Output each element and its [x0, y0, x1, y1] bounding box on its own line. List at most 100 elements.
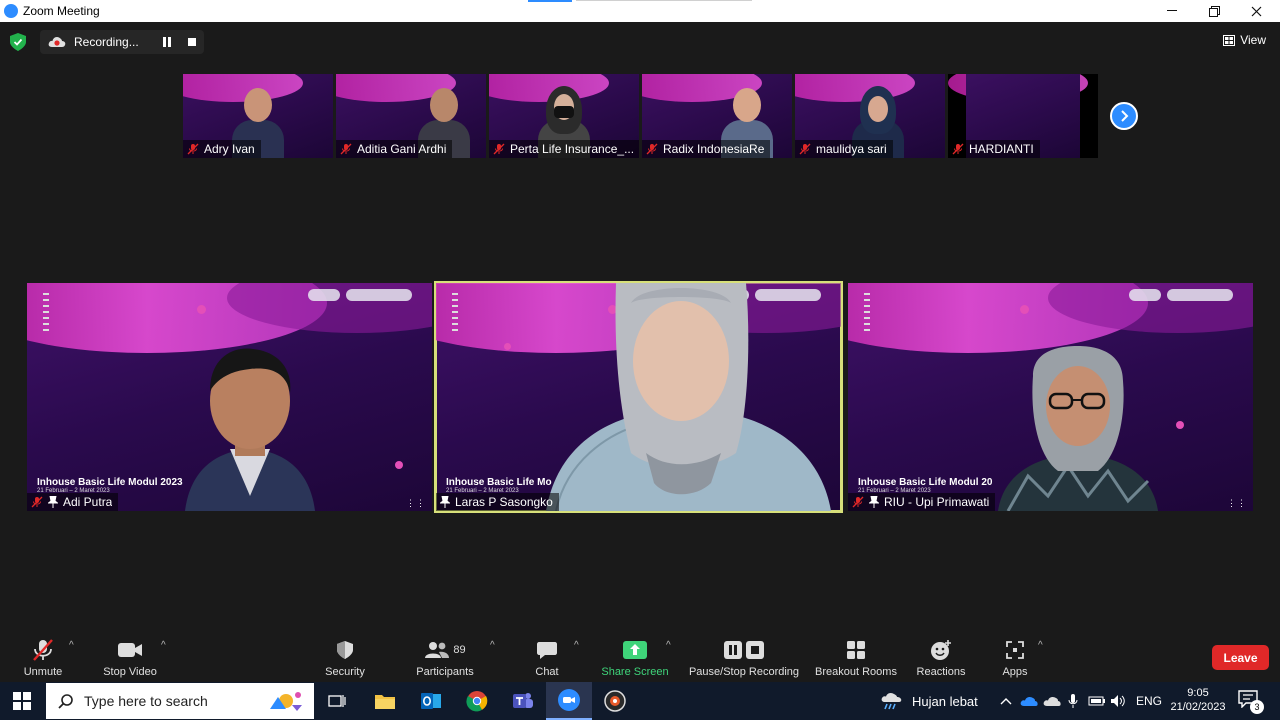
- participant-video: [998, 346, 1158, 511]
- stop-video-button[interactable]: Stop Video: [100, 634, 160, 682]
- search-icon: [58, 694, 73, 709]
- show-hidden-icons-button[interactable]: [1000, 682, 1012, 720]
- participants-button[interactable]: 89 Participants: [414, 634, 476, 682]
- chevron-right-icon: [1121, 110, 1129, 122]
- video-tile-0[interactable]: Inhouse Basic Life Modul 2023 21 Februar…: [27, 283, 432, 511]
- participants-options-caret-icon[interactable]: ^: [490, 640, 495, 651]
- file-explorer-taskbar-app[interactable]: [362, 682, 408, 720]
- title-bar: Zoom Meeting: [0, 0, 1280, 22]
- video-tile-2[interactable]: Inhouse Basic Life Modul 20 21 Februari …: [848, 283, 1253, 511]
- thumbnail-4[interactable]: maulidya sari: [795, 74, 945, 158]
- taskbar-clock[interactable]: 9:05 21/02/2023: [1166, 686, 1230, 714]
- thumbnail-0[interactable]: Adry Ivan: [183, 74, 333, 158]
- stop-recording-icon[interactable]: [188, 38, 196, 46]
- battery-tray-icon[interactable]: [1088, 682, 1106, 720]
- apps-label: Apps: [1002, 666, 1028, 678]
- participants-icon: [425, 642, 450, 658]
- weather-widget[interactable]: Hujan lebat: [880, 682, 978, 720]
- task-view-button[interactable]: [314, 682, 360, 720]
- start-button[interactable]: [0, 682, 44, 720]
- event-caption: Inhouse Basic Life Mo: [446, 477, 552, 488]
- teams-taskbar-app[interactable]: [500, 682, 546, 720]
- thumbnail-5[interactable]: HARDIANTI: [948, 74, 1098, 158]
- language-indicator[interactable]: ENG: [1136, 682, 1162, 720]
- video-tile-1-active-speaker[interactable]: Inhouse Basic Life Mo 21 Februari – 2 Ma…: [434, 281, 843, 513]
- minimize-icon: [1167, 10, 1177, 11]
- chat-button[interactable]: Chat: [528, 634, 566, 682]
- apps-button[interactable]: Apps: [996, 634, 1034, 682]
- thumbnail-3[interactable]: Radix IndonesiaRe: [642, 74, 792, 158]
- video-options-caret-icon[interactable]: ^: [161, 640, 166, 651]
- background-dots: [452, 293, 458, 333]
- chrome-taskbar-app[interactable]: [454, 682, 500, 720]
- thumbnail-2[interactable]: Perta Life Insurance_...: [489, 74, 639, 158]
- participant-name: Perta Life Insurance_...: [510, 142, 633, 156]
- thumbnail-1[interactable]: Aditia Gani Ardhi: [336, 74, 486, 158]
- muted-mic-icon: [646, 143, 658, 155]
- close-button[interactable]: [1238, 0, 1274, 22]
- participant-name: RIU - Upi Primawati: [884, 495, 990, 509]
- security-button[interactable]: Security: [322, 634, 368, 682]
- search-highlight-illustration-icon: [270, 692, 302, 711]
- cloud-icon: [1043, 696, 1061, 706]
- participant-name: Adi Putra: [63, 495, 113, 509]
- microphone-icon: [1068, 694, 1078, 708]
- clock-date: 21/02/2023: [1170, 701, 1226, 713]
- background-dots: [864, 293, 870, 333]
- pin-icon: [440, 496, 450, 508]
- video-camera-icon: [118, 643, 142, 657]
- apps-options-caret-icon[interactable]: ^: [1038, 640, 1043, 651]
- breakout-rooms-label: Breakout Rooms: [815, 666, 897, 678]
- pause-stop-recording-icon: [724, 641, 764, 659]
- restore-button[interactable]: [1196, 0, 1232, 22]
- pause-stop-recording-button[interactable]: Pause/Stop Recording: [688, 634, 800, 682]
- next-page-button[interactable]: [1110, 102, 1138, 130]
- language-label: ENG: [1136, 694, 1163, 708]
- more-options-icon[interactable]: ⋮⋮: [406, 498, 426, 509]
- zoom-taskbar-app[interactable]: [546, 682, 592, 720]
- volume-tray-icon[interactable]: [1110, 682, 1126, 720]
- participant-name-tag: Adi Putra: [27, 493, 119, 511]
- teams-icon: [513, 693, 533, 708]
- chat-options-caret-icon[interactable]: ^: [574, 640, 579, 651]
- taskbar-search-box[interactable]: Type here to search: [46, 683, 314, 719]
- weather-label: Hujan lebat: [912, 693, 978, 709]
- task-view-icon: [328, 695, 346, 707]
- media-player-taskbar-app[interactable]: [592, 682, 638, 720]
- reactions-button[interactable]: Reactions: [914, 634, 968, 682]
- participant-video: [185, 348, 315, 511]
- unmute-button[interactable]: Unmute: [20, 634, 66, 682]
- muted-mic-icon: [799, 143, 811, 155]
- view-label: View: [1240, 33, 1266, 47]
- title-bar-accent: [528, 0, 572, 2]
- audio-options-caret-icon[interactable]: ^: [69, 640, 74, 651]
- share-screen-button[interactable]: Share Screen: [600, 634, 670, 682]
- participant-thumbnail-strip: Adry Ivan Aditia Gani Ardhi Perta Life I…: [183, 74, 1101, 158]
- onedrive-tray-icon[interactable]: [1020, 682, 1038, 720]
- participant-name-tag: Radix IndonesiaRe: [642, 140, 771, 158]
- pause-recording-icon[interactable]: [162, 37, 172, 47]
- action-center-button[interactable]: 3: [1238, 690, 1264, 714]
- encryption-shield-icon[interactable]: [10, 33, 26, 51]
- leave-meeting-button[interactable]: Leave: [1212, 645, 1269, 670]
- breakout-rooms-button[interactable]: Breakout Rooms: [812, 634, 900, 682]
- share-options-caret-icon[interactable]: ^: [666, 640, 671, 651]
- view-button[interactable]: View: [1223, 33, 1266, 47]
- pin-icon: [869, 496, 879, 508]
- participant-name: HARDIANTI: [969, 142, 1034, 156]
- reactions-label: Reactions: [916, 666, 966, 678]
- event-logo: [1129, 289, 1239, 303]
- muted-mic-icon: [493, 143, 505, 155]
- participant-name: maulidya sari: [816, 142, 887, 156]
- more-options-icon[interactable]: ⋮⋮: [1227, 498, 1247, 509]
- microphone-tray-icon[interactable]: [1068, 682, 1078, 720]
- participant-name-tag: Aditia Gani Ardhi: [336, 140, 453, 158]
- clock-time: 9:05: [1187, 687, 1209, 699]
- minimize-button[interactable]: [1154, 0, 1190, 22]
- outlook-taskbar-app[interactable]: [408, 682, 454, 720]
- windows-logo-icon: [13, 692, 31, 710]
- chat-label: Chat: [535, 666, 559, 678]
- cloud-tray-icon[interactable]: [1043, 682, 1061, 720]
- muted-mic-icon: [31, 496, 43, 508]
- recording-indicator: Recording...: [40, 30, 204, 54]
